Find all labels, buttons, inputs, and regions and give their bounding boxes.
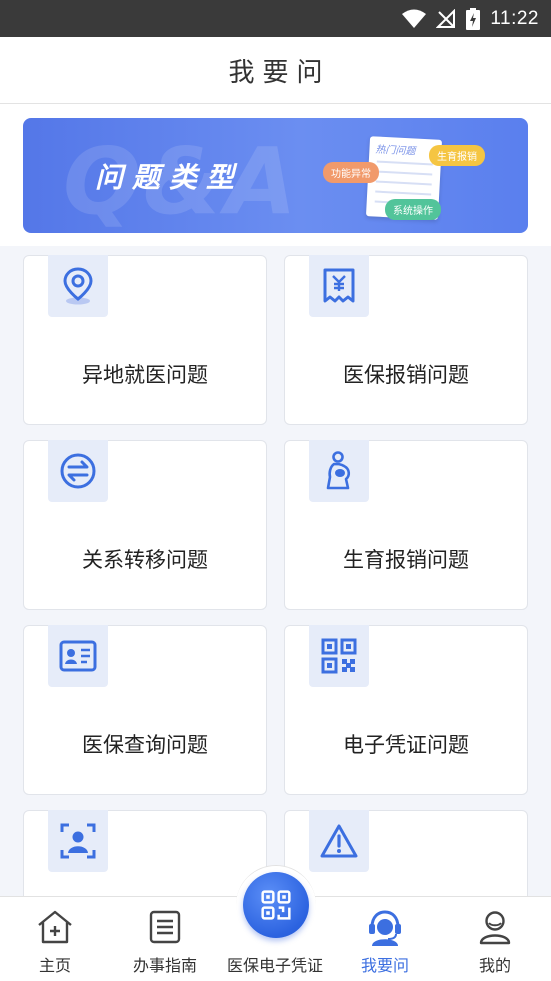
card-label: 医保查询问题: [82, 733, 208, 757]
tab-label: 医保电子凭证: [226, 956, 323, 975]
qr-code-icon: [321, 638, 357, 674]
guide-list-icon: [149, 910, 181, 944]
status-time: 11:22: [490, 8, 539, 29]
card-insurance-reimbursement[interactable]: 医保报销问题: [284, 255, 528, 425]
location-pin-icon: [63, 267, 93, 305]
card-remote-medical[interactable]: 异地就医问题: [23, 255, 267, 425]
card-relation-transfer[interactable]: 关系转移问题: [23, 440, 267, 610]
card-icon-box: [309, 810, 369, 872]
card-icon-box: [309, 440, 369, 502]
tab-service-guide[interactable]: 办事指南: [110, 897, 220, 981]
page-title: 我要问: [228, 57, 331, 88]
banner-tag-system-operation: 系统操作: [385, 199, 441, 220]
banner-tag-function-error: 功能异常: [323, 162, 379, 183]
tab-label: 主页: [38, 956, 71, 975]
warning-icon: [320, 824, 358, 858]
card-icon-box: [309, 255, 369, 317]
tab-label: 我的: [478, 956, 511, 975]
question-category-grid: 异地就医问题 医保报销问题 关系转移问题 生育报销问题 医保查询问题 电子凭证问…: [0, 246, 551, 980]
qr-code-icon: [261, 890, 291, 920]
banner-section: Q&A 问题类型 热门问题 功能异常 生育报销 系统操作: [0, 104, 551, 246]
card-label: 关系转移问题: [82, 548, 208, 572]
banner-title: 问题类型: [95, 161, 244, 194]
card-maternity-reimbursement[interactable]: 生育报销问题: [284, 440, 528, 610]
page-header: 我要问: [0, 37, 551, 104]
tab-home[interactable]: 主页: [0, 897, 110, 981]
battery-charging-icon: [466, 8, 481, 30]
card-e-voucher[interactable]: 电子凭证问题: [284, 625, 528, 795]
tab-label: 办事指南: [132, 956, 197, 975]
tab-mine[interactable]: 我的: [440, 897, 550, 981]
card-label: 医保报销问题: [343, 363, 469, 387]
status-bar: 11:22: [0, 0, 551, 37]
card-insurance-query[interactable]: 医保查询问题: [23, 625, 267, 795]
status-icons: 11:22: [402, 7, 539, 31]
id-card-icon: [59, 640, 97, 672]
tab-label: 我要问: [360, 956, 409, 975]
card-icon-box: [48, 255, 108, 317]
face-scan-icon: [60, 823, 96, 859]
user-icon: [479, 911, 511, 945]
home-icon: [38, 910, 72, 944]
card-label: 生育报销问题: [343, 548, 469, 572]
card-icon-box: [309, 625, 369, 687]
no-signal-icon: [436, 9, 456, 28]
card-label: 异地就医问题: [82, 363, 208, 387]
card-icon-box: [48, 440, 108, 502]
card-icon-box: [48, 810, 108, 872]
transfer-icon: [60, 453, 96, 489]
banner-doc-heading: 热门问题: [375, 144, 416, 158]
banner-tag-maternity: 生育报销: [429, 145, 485, 166]
card-icon-box: [48, 625, 108, 687]
wifi-icon: [402, 9, 427, 28]
customer-service-icon: [369, 910, 401, 946]
qa-banner[interactable]: Q&A 问题类型 热门问题 功能异常 生育报销 系统操作: [23, 118, 528, 233]
card-label: 电子凭证问题: [343, 733, 469, 757]
pregnant-woman-icon: [326, 451, 351, 490]
receipt-yuan-icon: [323, 268, 355, 303]
e-voucher-center-button[interactable]: [243, 872, 309, 938]
tab-ask[interactable]: 我要问: [330, 897, 440, 981]
